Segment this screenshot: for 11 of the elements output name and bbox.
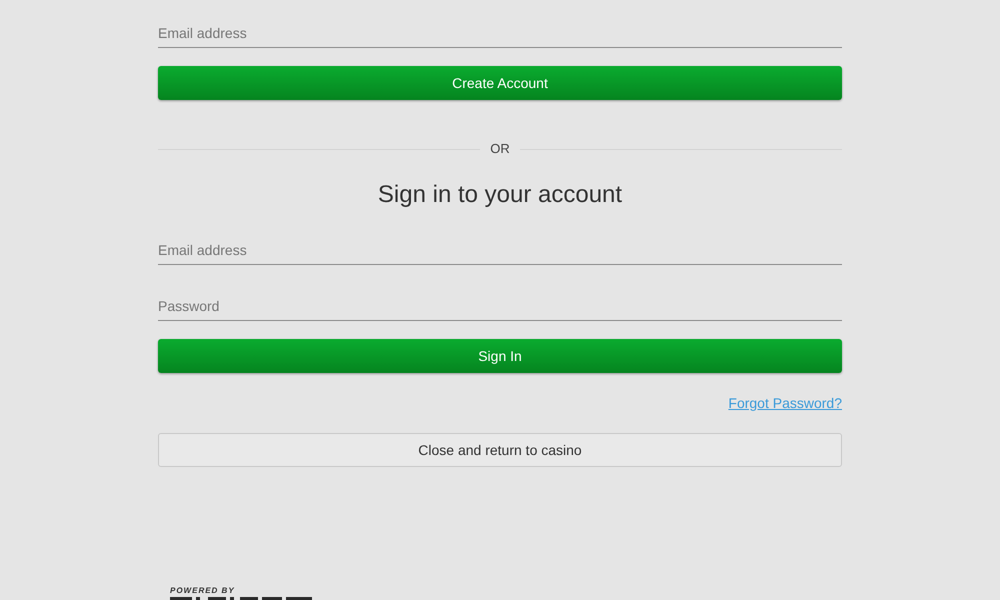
close-button[interactable]: Close and return to casino [158, 433, 842, 467]
sign-in-heading: Sign in to your account [376, 180, 624, 210]
powered-by-label: POWERED BY [170, 586, 235, 595]
create-account-button[interactable]: Create Account [158, 66, 842, 100]
sign-in-button[interactable]: Sign In [158, 339, 842, 373]
input-field[interactable]: Email address [158, 235, 842, 265]
logo-icon [170, 597, 312, 600]
input-field[interactable]: Password [158, 291, 842, 321]
forgot-password-link[interactable]: Forgot Password? [728, 394, 842, 412]
input-field[interactable]: Email address [158, 18, 842, 48]
divider-label: OR [490, 140, 510, 158]
